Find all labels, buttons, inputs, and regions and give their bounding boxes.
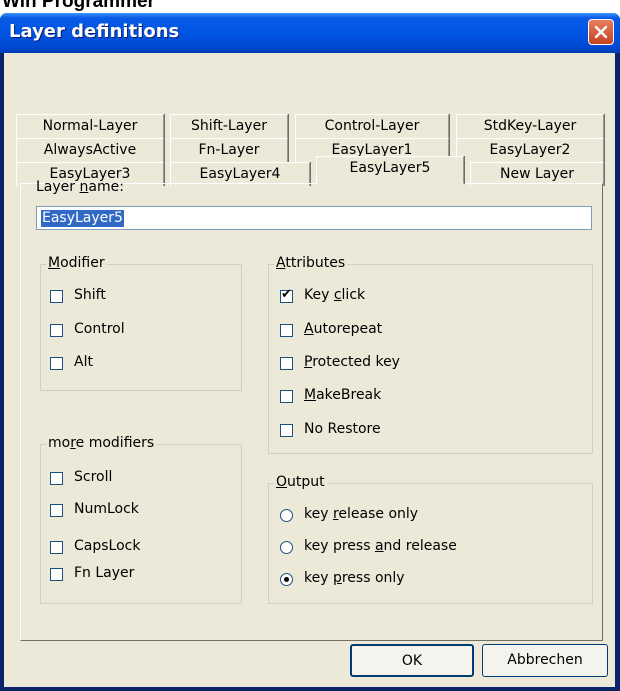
protected-key-mnemonic: P [304, 354, 313, 370]
modifier-legend: Modifier [46, 255, 107, 271]
protected-key-label: Protected key [304, 354, 400, 370]
more-modifiers-legend: more modifiers [46, 435, 157, 451]
key-press-only-radio[interactable] [280, 573, 293, 586]
layer-name-label: Layer name: [36, 179, 124, 195]
modifier-group [40, 264, 242, 391]
key-click-mnemonic: c [333, 287, 342, 303]
no-restore-label: No Restore [304, 421, 381, 437]
modifier-legend-mnemonic: M [48, 255, 61, 271]
scroll-checkbox[interactable] [50, 472, 63, 485]
fn-layer-label: Fn Layer [74, 565, 135, 581]
key-release-only-radio[interactable] [280, 509, 293, 522]
key-press-and-release-label: key press and release [304, 538, 457, 554]
key-press-only-mnemonic: p [332, 570, 342, 586]
cancel-button[interactable]: Abbrechen [482, 644, 608, 677]
key-click-checkbox[interactable] [280, 287, 293, 303]
tab-easylayer2[interactable]: EasyLayer2 [456, 138, 604, 162]
close-icon [594, 25, 608, 39]
numlock-checkbox[interactable] [50, 504, 63, 517]
key-release-only-label: key release only [304, 506, 418, 522]
tab-control-layer[interactable]: Control-Layer [295, 114, 449, 138]
alt-label: Alt [74, 354, 93, 370]
shift-label: Shift [74, 287, 106, 303]
label-text: Layer [36, 179, 80, 195]
output-legend-text: utput [287, 474, 325, 490]
makebreak-checkbox[interactable] [280, 390, 293, 403]
alt-checkbox[interactable] [50, 357, 63, 370]
protected-key-text: rotected key [312, 354, 400, 370]
control-checkbox[interactable] [50, 324, 63, 337]
key-press-and-release-mnemonic: a [374, 538, 384, 554]
key-press-and-release-text: key press [304, 538, 375, 554]
layer-name-input[interactable]: EasyLayer5 [36, 206, 592, 230]
key-click-text-rest: lick [341, 287, 366, 303]
shift-checkbox[interactable] [50, 290, 63, 303]
tab-stdkey-layer[interactable]: StdKey-Layer [456, 114, 604, 138]
key-press-and-release-text-rest: nd release [383, 538, 457, 554]
protected-key-checkbox[interactable] [280, 357, 293, 370]
key-press-only-text: key [304, 570, 333, 586]
more-modifiers-legend-rest: e modifiers [75, 435, 155, 451]
key-click-label: Key click [304, 287, 365, 303]
attributes-legend-text: ttributes [285, 255, 346, 271]
autorepeat-label: Autorepeat [304, 321, 382, 337]
makebreak-label: MakeBreak [304, 387, 381, 403]
autorepeat-mnemonic: A [304, 321, 314, 337]
autorepeat-text: utorepeat [313, 321, 383, 337]
control-label: Control [74, 321, 125, 337]
modifier-legend-text: odifier [60, 255, 105, 271]
key-release-only-text-rest: elease only [338, 506, 419, 522]
makebreak-text: akeBreak [316, 387, 382, 403]
output-legend-mnemonic: O [276, 474, 288, 490]
more-modifiers-legend-text: mo [48, 435, 71, 451]
scroll-label: Scroll [74, 469, 113, 485]
ok-button[interactable]: OK [350, 644, 474, 677]
numlock-label: NumLock [74, 501, 139, 517]
more-modifiers-group [40, 444, 242, 604]
title-bar[interactable]: Layer definitions [0, 13, 620, 53]
no-restore-checkbox[interactable] [280, 424, 293, 437]
background-app-title: Win Programmer [2, 0, 155, 12]
key-press-and-release-radio[interactable] [280, 541, 293, 554]
label-text-rest: ame: [88, 179, 124, 195]
tab-fn-layer[interactable]: Fn-Layer [170, 138, 288, 162]
capslock-label: CapsLock [74, 538, 141, 554]
attributes-legend-mnemonic: A [276, 255, 286, 271]
key-release-only-text: key [304, 506, 333, 522]
tab-alwaysactive[interactable]: AlwaysActive [16, 138, 164, 162]
makebreak-mnemonic: M [304, 387, 317, 403]
close-button[interactable] [588, 19, 614, 45]
dialog-title: Layer definitions [9, 21, 180, 42]
fn-layer-checkbox[interactable] [50, 568, 63, 581]
capslock-checkbox[interactable] [50, 541, 63, 554]
output-legend: Output [274, 474, 327, 490]
key-press-only-label: key press only [304, 570, 405, 586]
attributes-legend: Attributes [274, 255, 348, 271]
key-click-text: Key [304, 287, 334, 303]
tab-shift-layer[interactable]: Shift-Layer [170, 114, 288, 138]
layer-name-value: EasyLayer5 [41, 210, 124, 227]
autorepeat-checkbox[interactable] [280, 324, 293, 337]
tab-easylayer5[interactable]: EasyLayer5 [316, 156, 464, 184]
key-press-only-text-rest: ress only [341, 570, 405, 586]
tab-normal-layer[interactable]: Normal-Layer [16, 114, 164, 138]
